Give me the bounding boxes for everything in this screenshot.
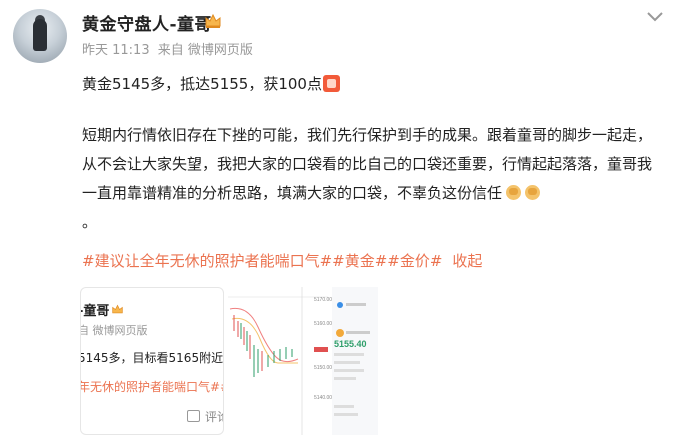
post-body-end: 。 (82, 213, 98, 231)
vip-crown-icon (112, 304, 123, 314)
post-headline-text: 黄金5145多，抵达5155，获100点 (82, 75, 322, 93)
post-body: 短期内行情依旧存在下挫的可能，我们先行保护到手的成果。跟着童哥的脚步一起走，从不… (82, 121, 664, 237)
card-comment-label[interactable]: 评论 (205, 408, 223, 425)
comment-icon (187, 410, 200, 422)
collapse-link[interactable]: 收起 (452, 252, 482, 270)
topic-tag[interactable]: #金价# (387, 252, 442, 270)
avatar-figure-shape (33, 19, 47, 51)
fist-emoji-icon (506, 185, 522, 200)
chart-screenshot-graphic: 5170.00 5160.00 5150.00 5140.00 5155.40 (228, 287, 378, 435)
avatar[interactable] (13, 9, 67, 63)
chart-price-tick: 5170.00 (314, 297, 332, 303)
card-text: 5145多，目标看5165附近。 (80, 351, 224, 365)
topic-tag[interactable]: #建议让全年无休的照护者能喘口气# (82, 252, 332, 270)
chevron-down-icon[interactable] (646, 10, 664, 24)
vip-crown-icon (205, 13, 221, 28)
post-time[interactable]: 昨天 11:13 (82, 43, 150, 58)
author-name[interactable]: 黄金守盘人-童哥 (82, 10, 212, 35)
card-tag: 年无休的照护者能喘口气##黄 (80, 380, 223, 394)
post-headline: 黄金5145多，抵达5155，获100点 (82, 73, 340, 94)
chart-price-tick: 5150.00 (314, 365, 332, 371)
post-meta: 昨天 11:13 来自 微博网页版 (82, 39, 257, 58)
earn-emoji-icon (322, 75, 340, 92)
chart-price-tick: 5160.00 (314, 321, 332, 327)
embedded-post-card[interactable]: -童哥 自 微博网页版 5145多，目标看5165附近。 年无休的照护者能喘口气… (80, 287, 224, 435)
topic-tags: #建议让全年无休的照护者能喘口气##黄金##金价# 收起 (82, 250, 482, 271)
topic-tag[interactable]: #黄金# (332, 252, 387, 270)
chart-price-tick: 5140.00 (314, 395, 332, 401)
chart-price-value: 5155.40 (334, 339, 367, 349)
card-meta: 自 微博网页版 (80, 324, 148, 337)
post-source: 来自 微博网页版 (157, 43, 253, 58)
fist-emoji-icon (525, 185, 541, 200)
post-body-text: 短期内行情依旧存在下挫的可能，我们先行保护到手的成果。跟着童哥的脚步一起走，从不… (82, 126, 653, 202)
card-author: -童哥 (80, 304, 110, 319)
chart-screenshot-image[interactable]: 5170.00 5160.00 5150.00 5140.00 5155.40 (228, 287, 378, 435)
